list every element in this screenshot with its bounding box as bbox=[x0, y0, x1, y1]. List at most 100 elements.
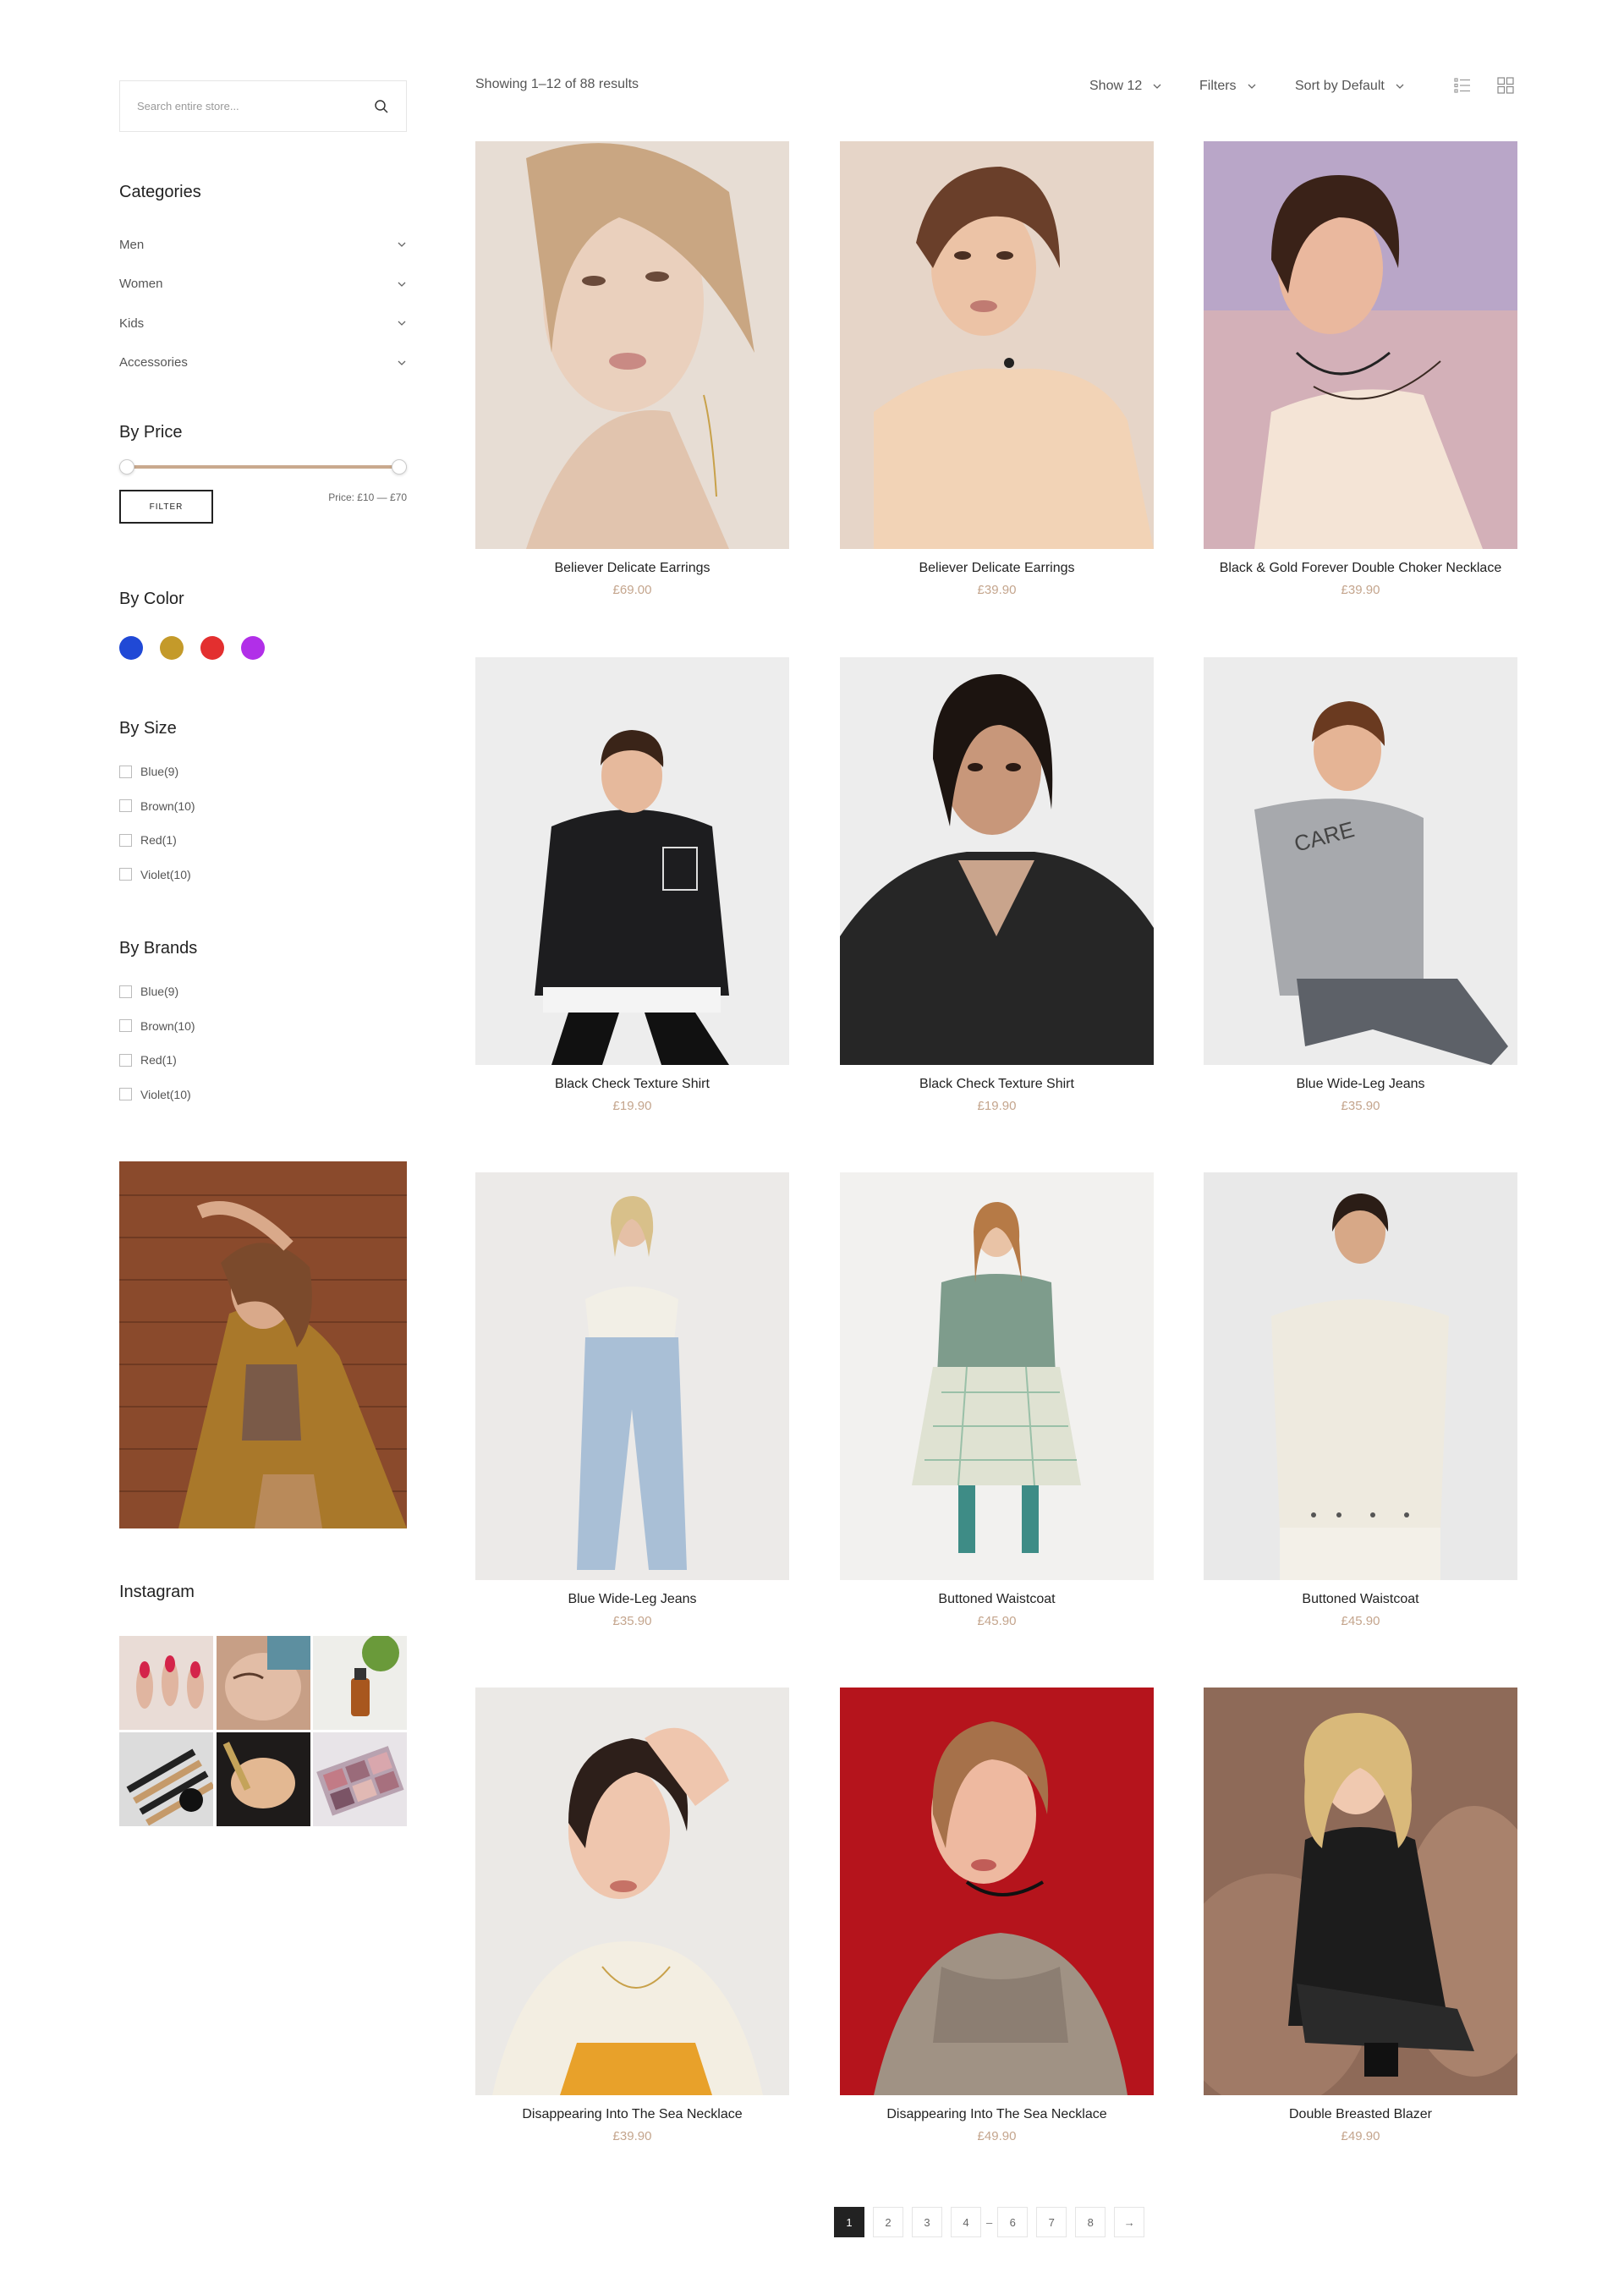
product-price: £49.90 bbox=[977, 2129, 1017, 2143]
price-max-handle[interactable] bbox=[392, 459, 407, 475]
show-dropdown[interactable]: Show 12 bbox=[1089, 74, 1162, 98]
checkbox[interactable] bbox=[119, 1019, 132, 1033]
filters-dropdown[interactable]: Filters bbox=[1199, 74, 1257, 98]
product-card: CARE Blue Wide-Leg Jeans £35.90 bbox=[1204, 657, 1517, 1113]
product-name[interactable]: Double Breasted Blazer bbox=[1204, 2107, 1517, 2122]
checkbox[interactable] bbox=[119, 1053, 132, 1067]
size-title: By Size bbox=[119, 719, 177, 738]
list-view-icon[interactable] bbox=[1454, 77, 1471, 94]
color-swatch[interactable] bbox=[119, 636, 143, 660]
grid-view-icon[interactable] bbox=[1497, 77, 1514, 94]
page-button[interactable]: 6 bbox=[997, 2207, 1029, 2237]
instagram-photo[interactable] bbox=[216, 1636, 310, 1730]
product-image[interactable] bbox=[475, 1172, 789, 1580]
checkbox[interactable] bbox=[119, 868, 132, 881]
price-min-handle[interactable] bbox=[119, 459, 134, 475]
product-name[interactable]: Black & Gold Forever Double Choker Neckl… bbox=[1204, 561, 1517, 576]
product-image[interactable] bbox=[840, 657, 1154, 1065]
category-item-men[interactable]: Men bbox=[119, 225, 407, 265]
price-title: By Price bbox=[119, 423, 183, 442]
search-input[interactable] bbox=[137, 100, 374, 113]
color-swatch[interactable] bbox=[200, 636, 224, 660]
size-option[interactable]: Brown(10) bbox=[119, 789, 407, 824]
page-button[interactable]: 2 bbox=[873, 2207, 903, 2237]
size-label: Blue(9) bbox=[140, 765, 179, 779]
checkbox[interactable] bbox=[119, 799, 132, 813]
product-image[interactable] bbox=[475, 1688, 789, 2095]
size-option[interactable]: Violet(10) bbox=[119, 858, 407, 892]
product-name[interactable]: Blue Wide-Leg Jeans bbox=[475, 1592, 789, 1607]
sort-dropdown[interactable]: Sort by Default bbox=[1295, 74, 1405, 98]
instagram-photo[interactable] bbox=[313, 1732, 407, 1826]
pagination: 1 2 3 4 – 6 7 8 → bbox=[834, 2207, 1145, 2237]
search-box bbox=[119, 80, 407, 132]
size-option[interactable]: Blue(9) bbox=[119, 755, 407, 789]
product-card: Black Check Texture Shirt £19.90 bbox=[840, 657, 1154, 1113]
product-image[interactable] bbox=[475, 657, 789, 1065]
category-item-accessories[interactable]: Accessories bbox=[119, 343, 407, 383]
size-option[interactable]: Red(1) bbox=[119, 823, 407, 858]
product-price: £35.90 bbox=[612, 1614, 652, 1628]
category-item-women[interactable]: Women bbox=[119, 265, 407, 305]
promo-banner-image[interactable] bbox=[119, 1161, 407, 1528]
chevron-down-icon bbox=[1153, 84, 1161, 89]
page-button[interactable]: 7 bbox=[1036, 2207, 1067, 2237]
product-image[interactable] bbox=[1204, 1172, 1517, 1580]
page-button[interactable]: 1 bbox=[834, 2207, 864, 2237]
page-button[interactable]: 8 bbox=[1075, 2207, 1106, 2237]
product-price: £39.90 bbox=[1341, 583, 1380, 597]
color-swatch[interactable] bbox=[160, 636, 184, 660]
product-price: £39.90 bbox=[612, 2129, 652, 2143]
product-image[interactable] bbox=[1204, 141, 1517, 549]
product-name[interactable]: Blue Wide-Leg Jeans bbox=[1204, 1077, 1517, 1092]
product-name[interactable]: Black Check Texture Shirt bbox=[475, 1077, 789, 1092]
product-image[interactable]: CARE bbox=[1204, 657, 1517, 1065]
color-swatch[interactable] bbox=[241, 636, 265, 660]
filter-button[interactable]: FILTER bbox=[119, 490, 213, 524]
price-slider-range bbox=[127, 465, 399, 469]
search-icon[interactable] bbox=[374, 99, 389, 114]
product-name[interactable]: Disappearing Into The Sea Necklace bbox=[475, 2107, 789, 2122]
product-name[interactable]: Believer Delicate Earrings bbox=[475, 561, 789, 576]
category-item-kids[interactable]: Kids bbox=[119, 304, 407, 343]
brand-option[interactable]: Blue(9) bbox=[119, 974, 407, 1009]
checkbox[interactable] bbox=[119, 765, 132, 778]
product-name[interactable]: Disappearing Into The Sea Necklace bbox=[840, 2107, 1154, 2122]
checkbox[interactable] bbox=[119, 985, 132, 998]
product-name[interactable]: Buttoned Waistcoat bbox=[840, 1592, 1154, 1607]
instagram-title: Instagram bbox=[119, 1583, 195, 1601]
product-price: £45.90 bbox=[1341, 1614, 1380, 1628]
brand-label: Blue(9) bbox=[140, 985, 179, 999]
checkbox[interactable] bbox=[119, 1088, 132, 1101]
instagram-photo[interactable] bbox=[119, 1636, 213, 1730]
product-price: £45.90 bbox=[977, 1614, 1017, 1628]
categories-title: Categories bbox=[119, 183, 201, 201]
page-button[interactable]: 3 bbox=[912, 2207, 942, 2237]
product-image[interactable] bbox=[840, 1172, 1154, 1580]
product-image[interactable] bbox=[1204, 1688, 1517, 2095]
product-card: Buttoned Waistcoat £45.90 bbox=[840, 1172, 1154, 1628]
product-card: Blue Wide-Leg Jeans £35.90 bbox=[475, 1172, 789, 1628]
product-name[interactable]: Buttoned Waistcoat bbox=[1204, 1592, 1517, 1607]
category-label: Women bbox=[119, 277, 163, 292]
product-name[interactable]: Believer Delicate Earrings bbox=[840, 561, 1154, 576]
product-image[interactable] bbox=[840, 141, 1154, 549]
instagram-photo[interactable] bbox=[216, 1732, 310, 1826]
instagram-grid bbox=[119, 1636, 407, 1826]
brand-option[interactable]: Red(1) bbox=[119, 1043, 407, 1078]
price-slider[interactable] bbox=[119, 458, 407, 475]
instagram-photo[interactable] bbox=[119, 1732, 213, 1826]
instagram-photo[interactable] bbox=[313, 1636, 407, 1730]
category-label: Men bbox=[119, 237, 145, 252]
brand-option[interactable]: Violet(10) bbox=[119, 1078, 407, 1112]
product-image[interactable] bbox=[840, 1688, 1154, 2095]
page-button[interactable]: 4 bbox=[951, 2207, 981, 2237]
brand-option[interactable]: Brown(10) bbox=[119, 1009, 407, 1044]
product-image[interactable] bbox=[475, 141, 789, 549]
product-card: Believer Delicate Earrings £39.90 bbox=[840, 141, 1154, 597]
product-name[interactable]: Black Check Texture Shirt bbox=[840, 1077, 1154, 1092]
color-title: By Color bbox=[119, 590, 184, 608]
checkbox[interactable] bbox=[119, 833, 132, 847]
price-range-text: Price: £10 — £70 bbox=[328, 491, 407, 503]
next-page-button[interactable]: → bbox=[1114, 2207, 1145, 2237]
